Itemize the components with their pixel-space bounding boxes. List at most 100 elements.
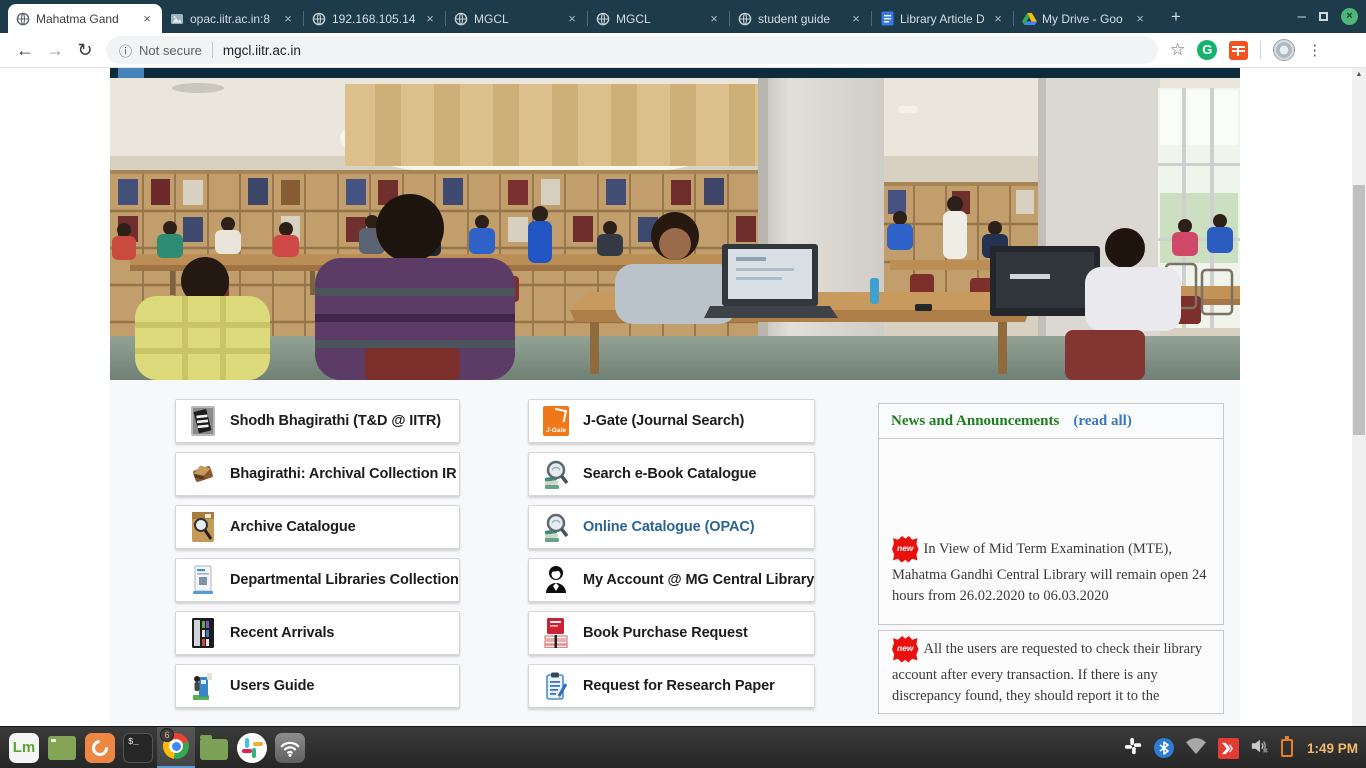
link-recent-arrivals[interactable]: Recent Arrivals xyxy=(175,611,460,655)
toolbar-separator xyxy=(1260,41,1261,59)
quick-link-label: My Account @ MG Central Library xyxy=(583,572,814,588)
close-icon[interactable]: × xyxy=(1132,11,1148,27)
minimize-button[interactable]: – xyxy=(1298,12,1306,22)
book-search-icon xyxy=(543,511,569,543)
link-research-paper-request[interactable]: Request for Research Paper xyxy=(528,664,815,708)
extension-icon[interactable] xyxy=(1229,41,1248,60)
security-label: Not secure xyxy=(139,43,202,58)
globe-icon xyxy=(15,11,31,27)
link-online-catalogue-opac[interactable]: Online Catalogue (OPAC) xyxy=(528,505,815,549)
quick-link-label: Departmental Libraries Collection xyxy=(230,572,459,588)
book-search-icon xyxy=(543,458,569,490)
tab-ip-address[interactable]: 192.168.105.14 × xyxy=(304,4,445,33)
wifi-tray-icon[interactable] xyxy=(1185,737,1207,760)
google-docs-icon xyxy=(879,11,895,27)
link-departmental-libraries[interactable]: Departmental Libraries Collection xyxy=(175,558,460,602)
slack-launcher[interactable] xyxy=(233,727,271,768)
link-shodh-bhagirathi[interactable]: Shodh Bhagirathi (T&D @ IITR) xyxy=(175,399,460,443)
address-separator xyxy=(212,42,213,58)
desktop: Mahatma Gand × opac.iitr.ac.in:8 × 192.1… xyxy=(0,0,1366,768)
news-read-all-link[interactable]: (read all) xyxy=(1073,413,1131,430)
close-icon[interactable]: × xyxy=(706,11,722,27)
link-bhagirathi-archival[interactable]: Bhagirathi: Archival Collection IR xyxy=(175,452,460,496)
address-bar[interactable]: ⓘ Not secure mgcl.iitr.ac.in xyxy=(106,36,1158,64)
grammarly-extension-icon[interactable]: G xyxy=(1197,40,1217,60)
new-badge: new xyxy=(892,536,919,563)
close-icon[interactable]: × xyxy=(848,11,864,27)
files-launcher[interactable] xyxy=(195,727,233,768)
book-purchase-icon xyxy=(543,617,569,649)
scrollbar-up-arrow[interactable]: ▲ xyxy=(1352,68,1366,82)
window-controls: – × xyxy=(1298,0,1358,33)
show-desktop-button[interactable] xyxy=(43,727,81,768)
browser-menu-icon[interactable]: ⋮ xyxy=(1307,41,1322,59)
link-ebook-catalogue[interactable]: Search e-Book Catalogue xyxy=(528,452,815,496)
tab-title: MGCL xyxy=(474,12,559,26)
taskbar: Lm $_ 6 xyxy=(0,726,1366,768)
bookmark-star-icon[interactable]: ☆ xyxy=(1170,40,1185,60)
image-icon xyxy=(169,11,185,27)
close-icon[interactable]: × xyxy=(139,11,155,27)
terminal-launcher[interactable]: $_ xyxy=(119,727,157,768)
quick-link-label: Archive Catalogue xyxy=(230,519,356,535)
bluetooth-icon[interactable] xyxy=(1154,738,1174,758)
close-icon[interactable]: × xyxy=(422,11,438,27)
anydesk-icon[interactable] xyxy=(1218,738,1239,759)
volume-muted-icon[interactable] xyxy=(1250,737,1270,760)
link-jgate[interactable]: J-Gate J-Gate (Journal Search) xyxy=(528,399,815,443)
window-close-button[interactable]: × xyxy=(1341,8,1358,25)
wifi-app-icon xyxy=(275,733,305,763)
user-kiosk-icon xyxy=(190,670,216,702)
close-icon[interactable]: × xyxy=(564,11,580,27)
link-archive-catalogue[interactable]: Archive Catalogue xyxy=(175,505,460,549)
firefox-launcher[interactable] xyxy=(81,727,119,768)
network-tool-launcher[interactable] xyxy=(271,727,309,768)
url-text[interactable]: mgcl.iitr.ac.in xyxy=(223,43,301,58)
link-users-guide[interactable]: Users Guide xyxy=(175,664,460,708)
page-viewport: Shodh Bhagirathi (T&D @ IITR) Bhagirathi… xyxy=(0,68,1366,768)
firefox-icon xyxy=(85,733,115,763)
tab-title: 192.168.105.14 xyxy=(332,12,417,26)
chrome-launcher[interactable]: 6 xyxy=(157,727,195,768)
restore-button[interactable] xyxy=(1319,12,1328,21)
site-nav-active-item[interactable] xyxy=(118,68,144,78)
tab-library-article[interactable]: Library Article D × xyxy=(872,4,1013,33)
battery-icon[interactable] xyxy=(1281,739,1293,757)
tab-title: Library Article D xyxy=(900,12,985,26)
globe-icon xyxy=(737,11,753,27)
close-icon[interactable]: × xyxy=(990,11,1006,27)
tab-opac[interactable]: opac.iitr.ac.in:8 × xyxy=(162,4,303,33)
globe-icon xyxy=(311,11,327,27)
news-item: newIn View of Mid Term Examination (MTE)… xyxy=(878,439,1224,625)
tab-mgcl-home[interactable]: Mahatma Gand × xyxy=(8,4,162,33)
news-item-text: In View of Mid Term Examination (MTE), M… xyxy=(892,541,1206,604)
link-book-purchase[interactable]: Book Purchase Request xyxy=(528,611,815,655)
forward-button[interactable]: → xyxy=(40,40,70,61)
tab-my-drive[interactable]: My Drive - Goo × xyxy=(1014,4,1155,33)
close-icon[interactable]: × xyxy=(280,11,296,27)
tab-mgcl-2[interactable]: MGCL × xyxy=(588,4,729,33)
info-icon[interactable]: ⓘ xyxy=(119,41,132,60)
reload-button[interactable]: ↻ xyxy=(70,40,100,61)
jgate-icon: J-Gate xyxy=(543,405,569,437)
thesis-collection-icon xyxy=(190,405,216,437)
tab-mgcl-1[interactable]: MGCL × xyxy=(446,4,587,33)
bookshelf-icon xyxy=(190,617,216,649)
quick-link-label: Bhagirathi: Archival Collection IR xyxy=(230,466,456,482)
page-scrollbar[interactable]: ▲ xyxy=(1352,68,1366,726)
slack-tray-icon[interactable] xyxy=(1123,736,1143,761)
taskbar-clock[interactable]: 1:49 PM xyxy=(1307,741,1358,756)
tab-student-guide[interactable]: student guide × xyxy=(730,4,871,33)
profile-avatar[interactable] xyxy=(1273,39,1295,61)
scrollbar-thumb[interactable] xyxy=(1353,185,1365,435)
news-item-text: All the users are requested to check the… xyxy=(892,641,1202,704)
quick-links-column-middle: J-Gate J-Gate (Journal Search) Search e-… xyxy=(528,399,815,717)
show-desktop-icon xyxy=(48,736,76,760)
site-nav-bar-partial xyxy=(110,68,1240,78)
new-tab-button[interactable]: + xyxy=(1163,4,1189,30)
mint-menu-button[interactable]: Lm xyxy=(5,727,43,768)
back-button[interactable]: ← xyxy=(10,40,40,61)
quick-links-section: Shodh Bhagirathi (T&D @ IITR) Bhagirathi… xyxy=(110,380,1240,768)
taskbar-left: Lm $_ 6 xyxy=(0,727,309,768)
link-my-account[interactable]: My Account @ MG Central Library xyxy=(528,558,815,602)
